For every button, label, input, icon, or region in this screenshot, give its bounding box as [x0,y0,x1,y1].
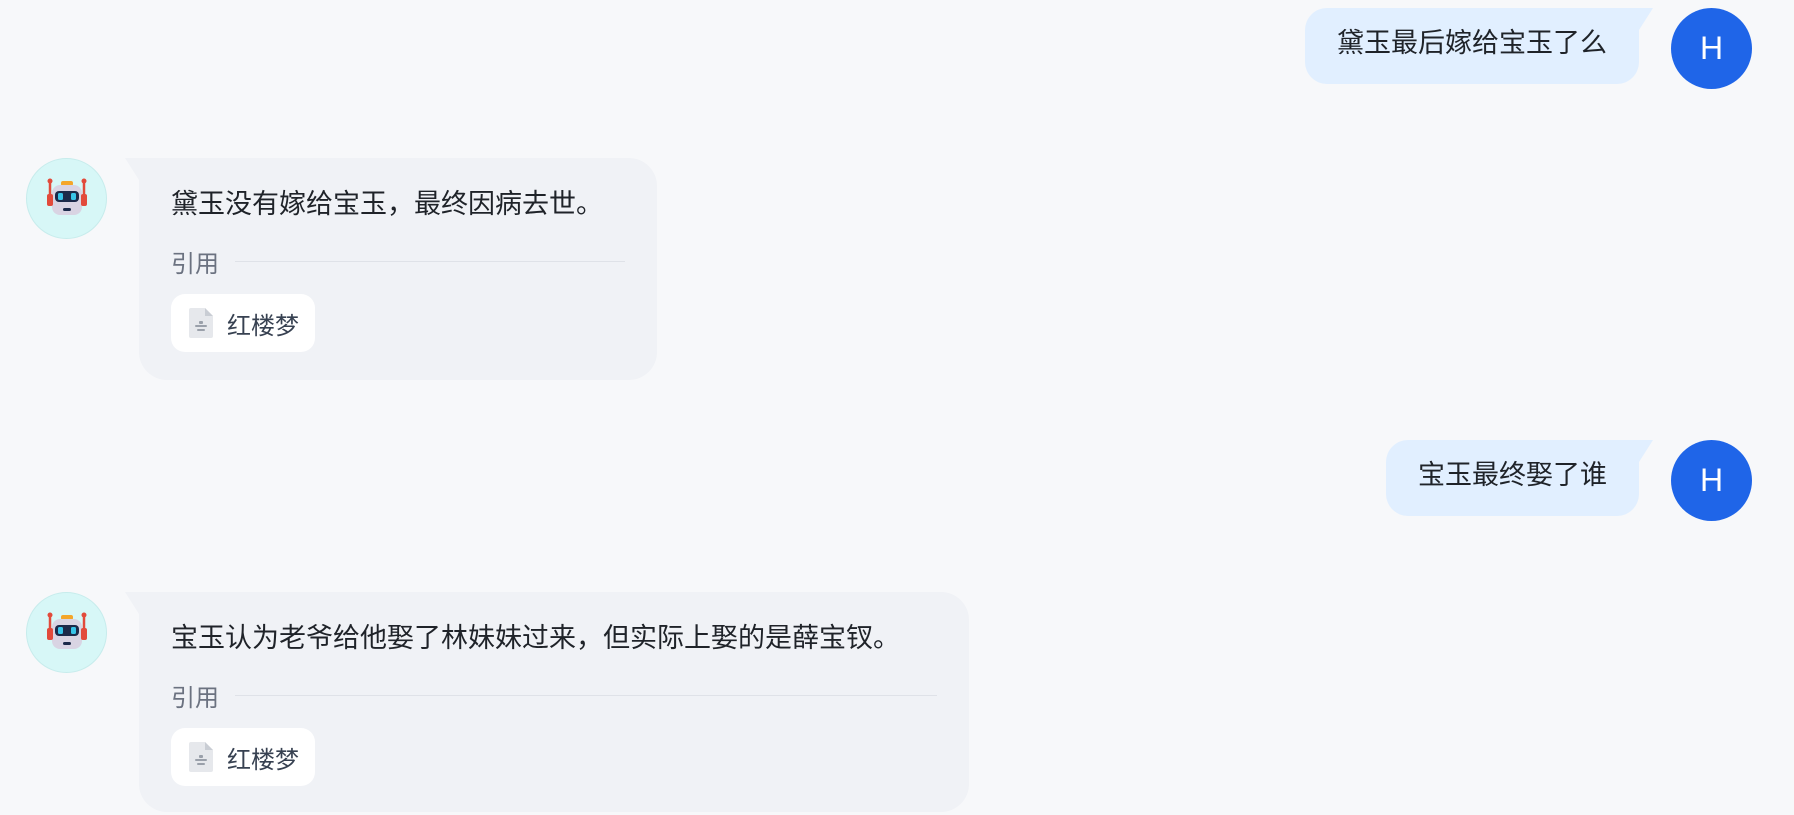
assistant-message: 黛玉没有嫁给宝玉，最终因病去世。 引用 红楼梦 [26,158,657,380]
citation-label: 引用 [171,683,219,712]
assistant-message-bubble: 宝玉认为老爷给他娶了林妹妹过来，但实际上娶的是薛宝钗。 引用 红楼梦 [125,592,969,812]
source-document-chip[interactable]: 红楼梦 [171,728,315,786]
citation-header: 引用 [171,680,937,712]
document-icon [189,308,213,338]
source-document-name: 红楼梦 [227,311,299,340]
source-document-name: 红楼梦 [227,745,299,774]
user-message-text: 宝玉最终娶了谁 [1418,460,1607,491]
user-message: 黛玉最后嫁给宝玉了么 H [1305,8,1752,89]
citation-divider [235,260,625,262]
user-message-bubble: 宝玉最终娶了谁 [1386,440,1653,516]
assistant-message-text: 黛玉没有嫁给宝玉，最终因病去世。 [171,189,603,220]
robot-icon [46,612,87,649]
user-message: 宝玉最终娶了谁 H [1386,440,1752,521]
chat-conversation: 黛玉最后嫁给宝玉了么 H 黛玉没有嫁给宝玉，最终因病去世。 引用 红楼梦 宝玉最… [0,0,1794,815]
assistant-message-bubble: 黛玉没有嫁给宝玉，最终因病去世。 引用 红楼梦 [125,158,657,380]
user-avatar: H [1671,8,1752,89]
user-avatar: H [1671,440,1752,521]
assistant-message-text: 宝玉认为老爷给他娶了林妹妹过来，但实际上娶的是薛宝钗。 [171,623,900,654]
robot-avatar [26,158,107,239]
user-message-text: 黛玉最后嫁给宝玉了么 [1337,28,1607,59]
citation-label: 引用 [171,249,219,278]
citation-divider [235,694,937,696]
assistant-message: 宝玉认为老爷给他娶了林妹妹过来，但实际上娶的是薛宝钗。 引用 红楼梦 [26,592,969,812]
user-message-bubble: 黛玉最后嫁给宝玉了么 [1305,8,1653,84]
citation-header: 引用 [171,246,625,278]
robot-avatar [26,592,107,673]
robot-icon [46,178,87,215]
source-document-chip[interactable]: 红楼梦 [171,294,315,352]
document-icon [189,742,213,772]
